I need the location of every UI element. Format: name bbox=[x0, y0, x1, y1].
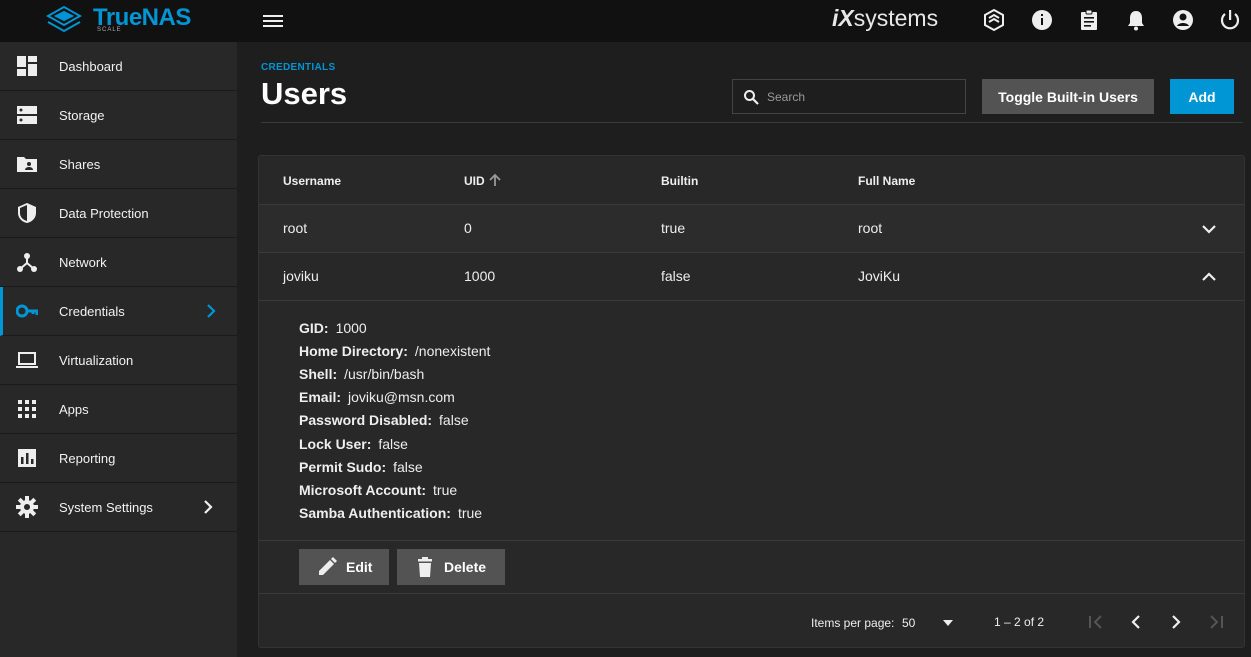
cell-builtin: false bbox=[661, 268, 691, 284]
users-table-card: Username UID Builtin Full Name root 0 tr… bbox=[258, 155, 1245, 648]
sidebar-item-reporting[interactable]: Reporting bbox=[0, 434, 237, 483]
column-header-full-name[interactable]: Full Name bbox=[858, 174, 915, 188]
power-icon[interactable] bbox=[1218, 8, 1242, 32]
edit-button[interactable]: Edit bbox=[299, 549, 389, 585]
sidebar-item-label: Dashboard bbox=[59, 58, 123, 74]
sort-ascending-icon[interactable] bbox=[488, 173, 502, 187]
sidebar-item-system-settings[interactable]: System Settings bbox=[0, 483, 237, 532]
table-row[interactable]: root 0 true root bbox=[259, 204, 1244, 252]
sidebar-item-label: Shares bbox=[59, 156, 101, 172]
sidebar-item-label: Apps bbox=[59, 401, 89, 417]
detail-home-directory: Home Directory:/nonexistent bbox=[299, 343, 491, 359]
sidebar-item-label: Reporting bbox=[59, 450, 116, 466]
chevron-up-icon[interactable] bbox=[1199, 267, 1219, 287]
truecommand-icon[interactable] bbox=[982, 8, 1006, 32]
last-page-icon[interactable] bbox=[1206, 612, 1226, 632]
storage-icon bbox=[17, 106, 37, 124]
search-icon bbox=[744, 90, 759, 105]
gear-icon bbox=[16, 496, 38, 518]
shares-icon bbox=[17, 157, 37, 172]
shield-icon bbox=[18, 203, 36, 223]
caret-down-icon[interactable] bbox=[941, 617, 955, 629]
key-icon bbox=[16, 304, 38, 318]
cell-full-name: JoviKu bbox=[858, 268, 901, 284]
toggle-builtin-users-button[interactable]: Toggle Built-in Users bbox=[982, 79, 1154, 114]
paginator: Items per page: 50 1 – 2 of 2 bbox=[259, 593, 1244, 648]
page-title: Users bbox=[261, 76, 348, 111]
breadcrumb[interactable]: CREDENTIALS bbox=[261, 62, 335, 73]
delete-button[interactable]: Delete bbox=[397, 549, 505, 585]
sidebar-item-virtualization[interactable]: Virtualization bbox=[0, 336, 237, 385]
table-row[interactable]: joviku 1000 false JoviKu bbox=[259, 252, 1244, 300]
user-details-panel: GID: 1000 Home Directory:/nonexistent She… bbox=[259, 300, 1244, 540]
column-header-username[interactable]: Username bbox=[283, 174, 341, 188]
sidebar-item-shares[interactable]: Shares bbox=[0, 140, 237, 189]
sidebar-item-dashboard[interactable]: Dashboard bbox=[0, 42, 237, 91]
chevron-right-icon bbox=[204, 500, 213, 514]
sidebar: Dashboard Storage Shares Data Protection… bbox=[0, 42, 237, 657]
items-per-page-label: Items per page: bbox=[811, 616, 895, 630]
sidebar-item-storage[interactable]: Storage bbox=[0, 91, 237, 140]
detail-gid: GID: 1000 bbox=[299, 320, 367, 336]
next-page-icon[interactable] bbox=[1166, 612, 1186, 632]
cell-builtin: true bbox=[661, 220, 686, 236]
apps-grid-icon bbox=[18, 400, 36, 418]
pencil-icon bbox=[319, 557, 337, 575]
sidebar-item-apps[interactable]: Apps bbox=[0, 385, 237, 434]
page-size-select[interactable]: 50 bbox=[902, 616, 915, 630]
ixsystems-logo[interactable]: iXsystems bbox=[832, 5, 938, 35]
detail-samba-authentication: Samba Authentication: true bbox=[299, 505, 483, 521]
logo-edition: SCALE bbox=[97, 27, 122, 33]
sidebar-item-data-protection[interactable]: Data Protection bbox=[0, 189, 237, 238]
chart-icon bbox=[18, 449, 36, 467]
detail-lock-user: Lock User: false bbox=[299, 436, 408, 452]
column-header-uid[interactable]: UID bbox=[464, 174, 485, 188]
add-user-button[interactable]: Add bbox=[1170, 79, 1234, 114]
account-icon[interactable] bbox=[1171, 8, 1195, 32]
chevron-down-icon[interactable] bbox=[1199, 219, 1219, 239]
sidebar-item-label: Network bbox=[59, 254, 107, 270]
clipboard-icon[interactable] bbox=[1077, 8, 1101, 32]
search-input[interactable] bbox=[767, 80, 962, 113]
sidebar-item-network[interactable]: Network bbox=[0, 238, 237, 287]
top-bar: TrueNAS SCALE iXsystems bbox=[0, 0, 1251, 42]
detail-password-disabled: Password Disabled: false bbox=[299, 412, 469, 428]
cell-username: joviku bbox=[283, 268, 319, 284]
sidebar-item-credentials[interactable]: Credentials bbox=[0, 287, 237, 336]
sidebar-item-label: Data Protection bbox=[59, 205, 149, 221]
cell-username: root bbox=[283, 220, 308, 236]
dashboard-icon bbox=[17, 56, 37, 76]
cell-full-name: root bbox=[858, 220, 883, 236]
laptop-icon bbox=[16, 352, 38, 368]
detail-email: Email: joviku@msn.com bbox=[299, 389, 455, 405]
sidebar-item-label: Credentials bbox=[59, 303, 125, 319]
chevron-right-icon bbox=[207, 304, 216, 318]
cell-uid: 0 bbox=[464, 220, 472, 236]
sidebar-item-label: System Settings bbox=[59, 499, 153, 515]
bell-icon[interactable] bbox=[1124, 8, 1148, 32]
sidebar-item-label: Storage bbox=[59, 107, 105, 123]
first-page-icon[interactable] bbox=[1086, 612, 1106, 632]
column-header-builtin[interactable]: Builtin bbox=[661, 174, 698, 188]
header-divider bbox=[261, 122, 1243, 123]
info-icon[interactable] bbox=[1030, 8, 1054, 32]
detail-permit-sudo: Permit Sudo: false bbox=[299, 459, 423, 475]
search-box[interactable] bbox=[732, 79, 966, 114]
network-icon bbox=[17, 253, 37, 272]
previous-page-icon[interactable] bbox=[1126, 612, 1146, 632]
sidebar-item-label: Virtualization bbox=[59, 352, 134, 368]
cell-uid: 1000 bbox=[464, 268, 496, 284]
trash-icon bbox=[418, 557, 432, 577]
hamburger-menu-icon[interactable] bbox=[262, 11, 284, 31]
detail-shell: Shell:/usr/bin/bash bbox=[299, 366, 425, 382]
page-range: 1 – 2 of 2 bbox=[994, 615, 1045, 629]
row-actions: Edit Delete bbox=[259, 540, 1244, 593]
detail-microsoft-account: Microsoft Account: true bbox=[299, 482, 458, 498]
